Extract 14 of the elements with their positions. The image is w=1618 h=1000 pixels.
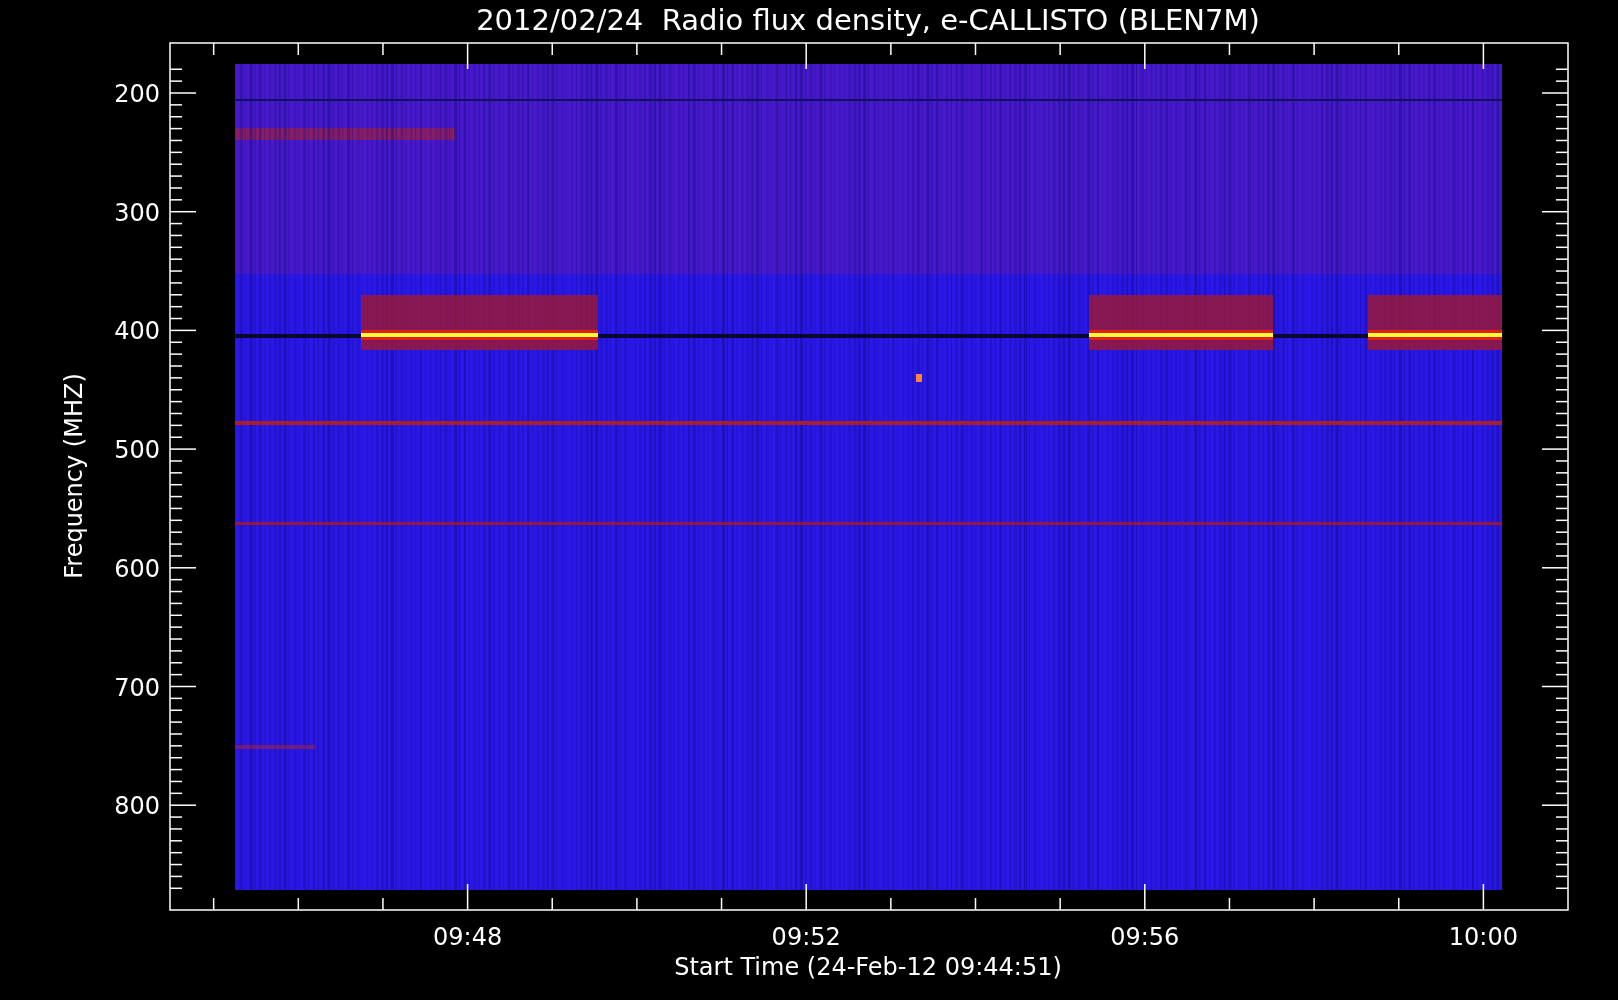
y-tick-label: 200: [114, 80, 160, 108]
x-tick-label: 09:52: [771, 923, 841, 951]
y-tick-label: 400: [114, 317, 160, 346]
y-tick-label: 300: [114, 198, 160, 227]
x-tick-label: 10:00: [1448, 923, 1518, 951]
y-tick-label: 700: [114, 673, 160, 702]
y-tick-label: 800: [114, 792, 160, 821]
x-tick-label: 09:56: [1110, 923, 1180, 951]
chart-title: 2012/02/24 Radio flux density, e-CALLISTO (BLEN7M): [476, 3, 1260, 37]
y-axis-label: Frequency (MHZ): [60, 373, 88, 579]
x-axis-label: Start Time (24-Feb-12 09:44:51): [674, 953, 1062, 981]
y-tick-label: 600: [114, 554, 160, 583]
y-tick-label: 500: [114, 436, 160, 465]
x-tick-label: 09:48: [433, 923, 503, 951]
